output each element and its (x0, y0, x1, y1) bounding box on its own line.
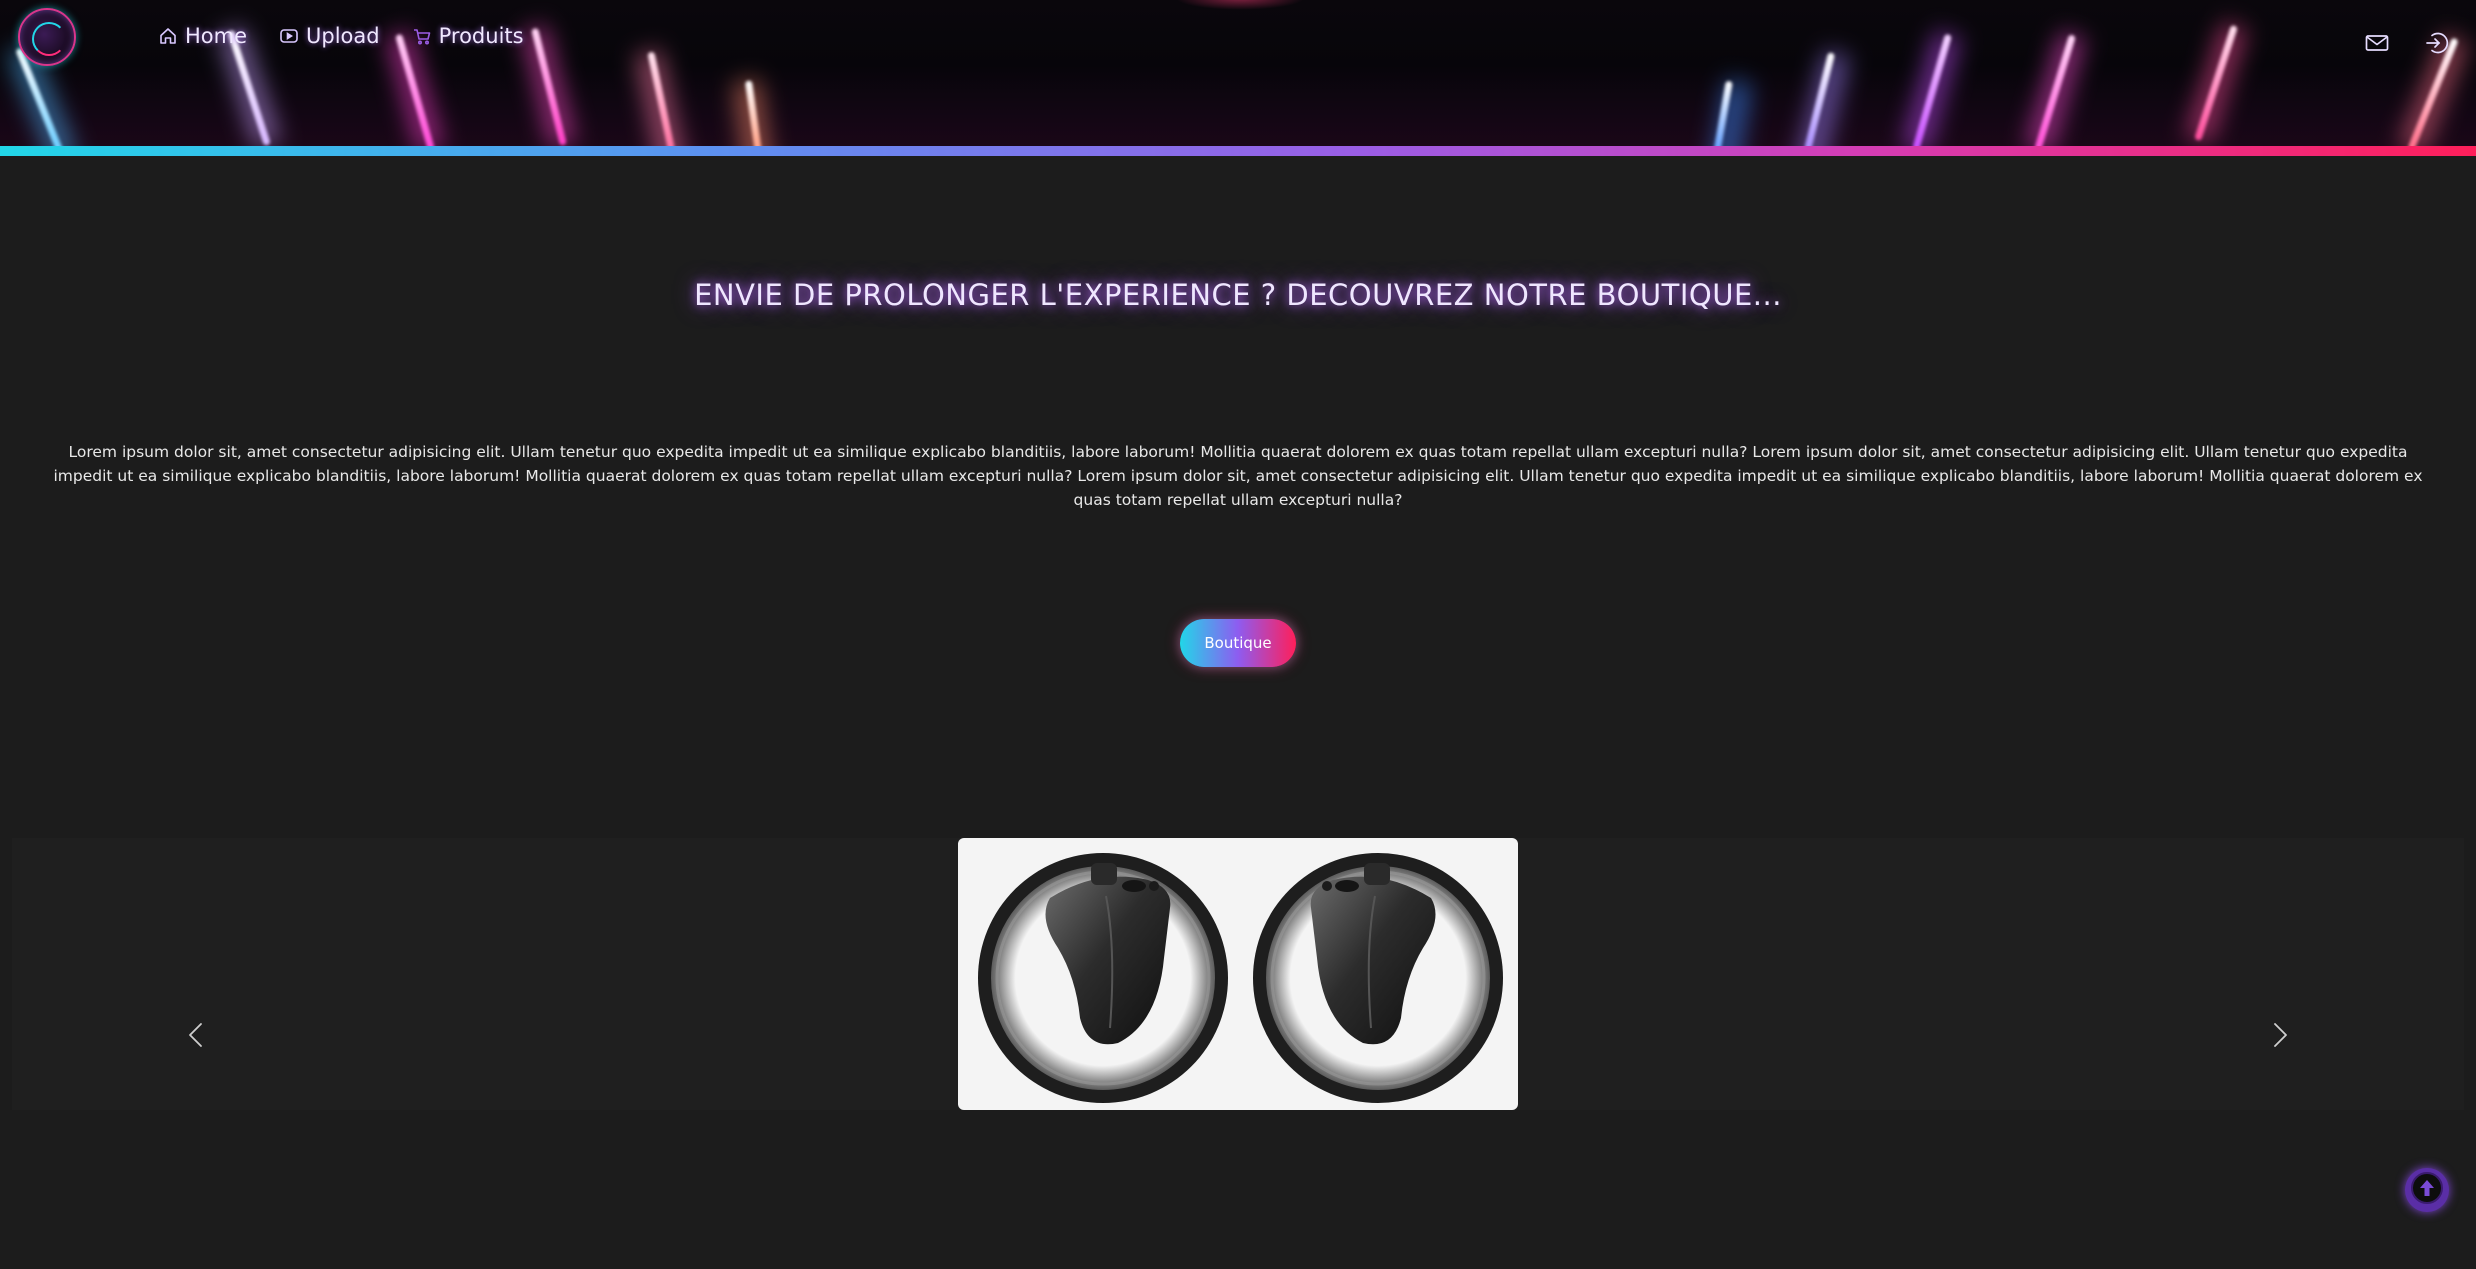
header-top-glow (1175, 0, 1305, 10)
boutique-button[interactable]: Boutique (1180, 619, 1296, 667)
nav-home-label: Home (185, 24, 248, 48)
site-header: Home Upload Produits (0, 0, 2476, 146)
nav-produits-label: Produits (438, 24, 524, 48)
header-actions (2364, 30, 2450, 56)
vr-controllers-image (958, 838, 1518, 1110)
chevron-left-icon[interactable] (182, 1020, 212, 1050)
cart-icon (412, 26, 432, 46)
header-gradient-bar (0, 146, 2476, 156)
main-nav: Home Upload Produits (158, 24, 524, 48)
login-icon[interactable] (2424, 30, 2450, 56)
nav-home[interactable]: Home (158, 24, 247, 48)
home-icon (158, 26, 178, 46)
arrow-up-circle-icon (2410, 1171, 2444, 1209)
mail-icon[interactable] (2364, 30, 2390, 56)
scroll-to-top-button[interactable] (2405, 1168, 2449, 1212)
site-logo[interactable] (18, 8, 76, 66)
play-icon (279, 26, 299, 46)
nav-upload-label: Upload (306, 24, 380, 48)
intro-paragraph: Lorem ipsum dolor sit, amet consectetur … (53, 443, 2423, 509)
nav-upload[interactable]: Upload (279, 24, 380, 48)
chevron-right-icon[interactable] (2264, 1020, 2294, 1050)
nav-produits[interactable]: Produits (412, 24, 524, 48)
page-title: ENVIE DE PROLONGER L'EXPERIENCE ? DECOUV… (694, 278, 1782, 312)
